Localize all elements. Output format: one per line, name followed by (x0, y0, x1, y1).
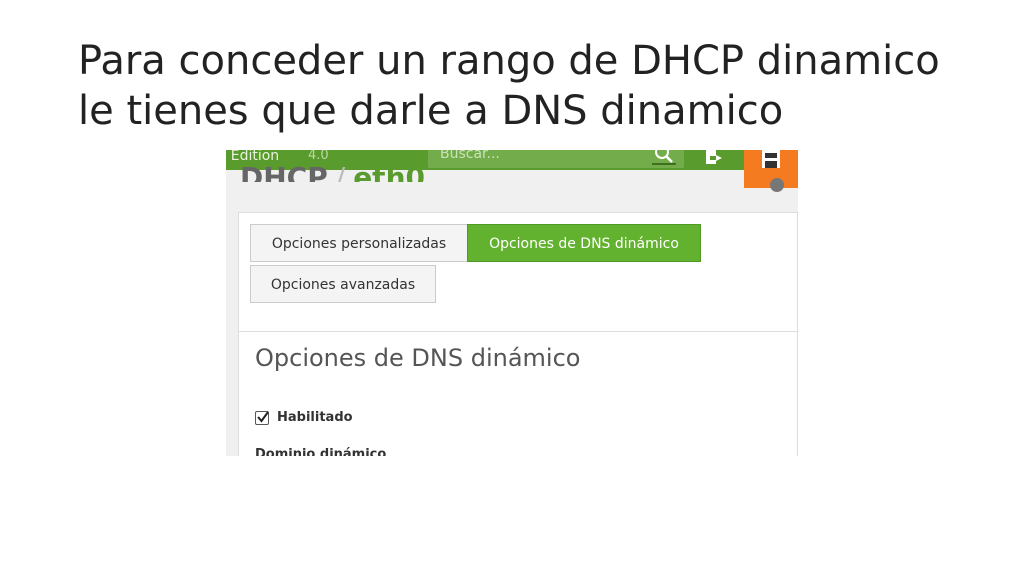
tab-advanced-options[interactable]: Opciones avanzadas (250, 265, 436, 303)
breadcrumb-leaf: eth0 (353, 161, 425, 182)
logout-icon[interactable] (704, 150, 724, 168)
breadcrumb-root[interactable]: DHCP (240, 161, 328, 182)
tab-custom-options[interactable]: Opciones personalizadas (250, 224, 468, 262)
search-input[interactable]: Buscar... (440, 150, 500, 162)
enabled-label: Habilitado (277, 410, 353, 425)
settings-panel: Opciones personalizadas Opciones de DNS … (238, 212, 798, 456)
search-box[interactable]: Buscar... (428, 150, 684, 168)
breadcrumb-separator: / (335, 161, 346, 182)
breadcrumb: DHCP / eth0 (240, 160, 425, 182)
tab-bar: Opciones personalizadas Opciones de DNS … (239, 213, 797, 332)
section-title: Opciones de DNS dinámico (255, 344, 581, 372)
tab-dynamic-dns-options[interactable]: Opciones de DNS dinámico (467, 224, 701, 262)
search-icon[interactable] (650, 150, 676, 168)
screenshot: y Edition 4.0 Buscar... (226, 150, 798, 456)
help-icon[interactable] (770, 178, 784, 192)
save-icon (762, 150, 780, 168)
dynamic-domain-label: Dominio dinámico (255, 447, 387, 456)
enabled-checkbox[interactable] (255, 410, 269, 425)
slide-title: Para conceder un rango de DHCP dinamico … (78, 38, 940, 134)
enabled-row: Habilitado (255, 407, 353, 425)
check-icon (257, 410, 269, 423)
